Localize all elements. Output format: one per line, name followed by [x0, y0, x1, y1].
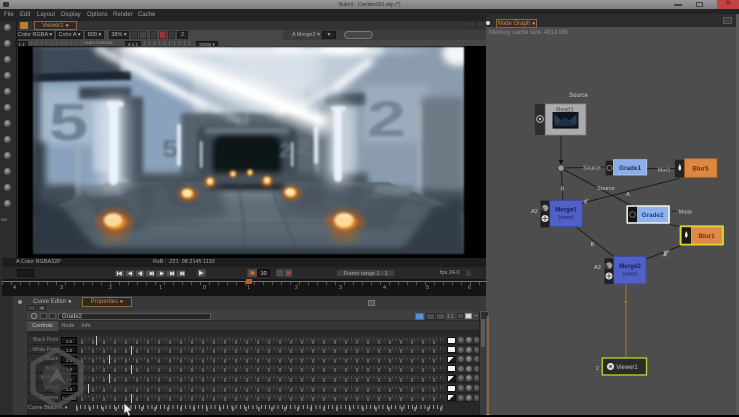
svg-text:B: B	[591, 242, 595, 248]
svg-text:B: B	[561, 187, 565, 193]
svg-text:Mask: Mask	[679, 210, 693, 216]
svg-text:A: A	[626, 192, 630, 198]
svg-text:A: A	[663, 253, 667, 259]
svg-text:Source: Source	[583, 166, 601, 172]
svg-text:(over): (over)	[558, 215, 573, 221]
svg-text:Blur1: Blur1	[698, 233, 715, 240]
svg-text:A2: A2	[594, 265, 601, 271]
svg-text:(over): (over)	[622, 272, 637, 278]
svg-text:Merge2: Merge2	[619, 263, 641, 270]
svg-text:Grade2: Grade2	[641, 212, 663, 219]
svg-text:Blur5: Blur5	[692, 166, 709, 173]
svg-text:blur1: blur1	[658, 168, 670, 174]
svg-text:Source: Source	[569, 93, 589, 99]
svg-text:Merge1: Merge1	[555, 207, 577, 214]
svg-text:Viewer1: Viewer1	[616, 365, 638, 371]
svg-text:2: 2	[596, 366, 599, 372]
svg-text:A2: A2	[531, 209, 538, 215]
svg-text:Source: Source	[597, 186, 615, 192]
svg-text:Grade1: Grade1	[619, 165, 641, 172]
